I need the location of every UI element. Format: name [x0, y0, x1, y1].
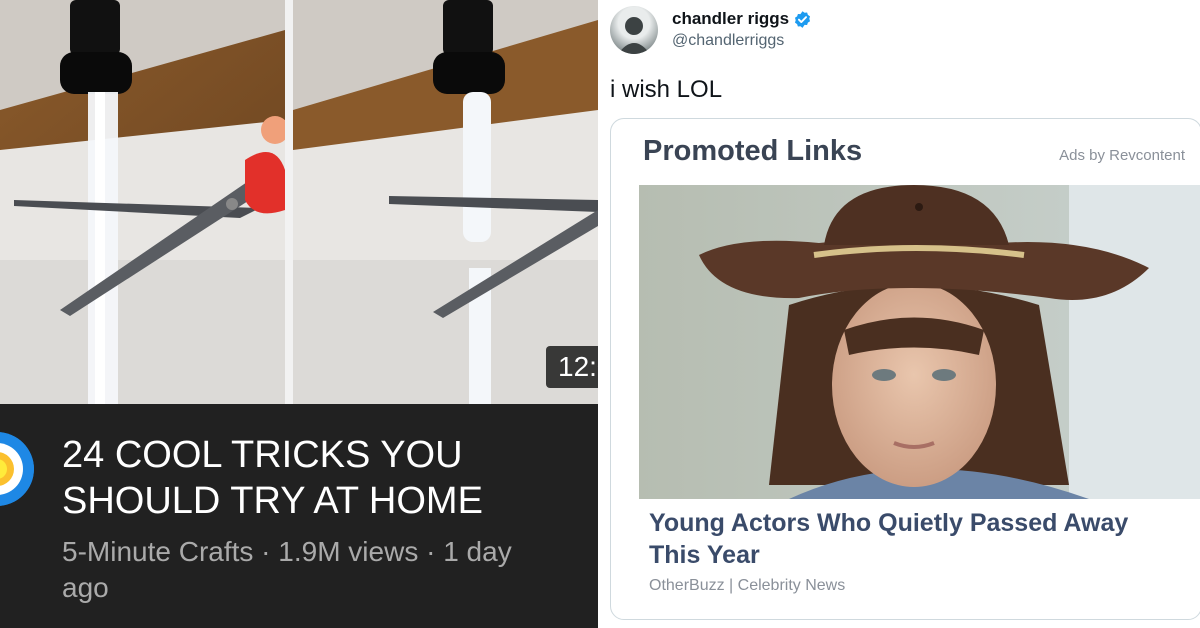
- duration-badge: 12:0: [546, 346, 598, 388]
- video-meta-line-1: 5-Minute Crafts · 1.9M views · 1 day: [62, 536, 512, 567]
- tweet: chandler riggs @chandlerriggs i wish LOL…: [598, 0, 1200, 628]
- channel-avatar[interactable]: [0, 432, 34, 506]
- scissors-water-image: [0, 0, 285, 404]
- actor-portrait-image: [639, 185, 1200, 499]
- video-title-line-1: 24 COOL TRICKS YOU: [62, 434, 463, 476]
- tweet-text: i wish LOL: [610, 76, 723, 103]
- video-card[interactable]: 12:0 24 COOL TRICKS YOU SHOULD TRY AT HO…: [0, 0, 598, 628]
- author-display-name[interactable]: chandler riggs: [672, 9, 789, 29]
- frame-divider: [285, 0, 293, 404]
- verified-badge-icon: [795, 10, 811, 28]
- scissors-cut-water-image: [293, 0, 598, 404]
- profile-avatar[interactable]: [610, 6, 658, 54]
- promo-heading: Promoted Links: [643, 135, 863, 167]
- promoted-links-card[interactable]: Promoted Links Ads by Revcontent Young A…: [610, 118, 1200, 620]
- video-metadata: 5-Minute Crafts · 1.9M views · 1 day ago: [62, 534, 582, 606]
- promo-headline[interactable]: Young Actors Who Quietly Passed Away Thi…: [649, 507, 1179, 571]
- sun-icon: [0, 432, 34, 506]
- promo-source: OtherBuzz | Celebrity News: [649, 577, 846, 594]
- video-meta-line-2: ago: [62, 572, 109, 603]
- author-handle[interactable]: @chandlerriggs: [672, 32, 784, 50]
- video-title-line-2: SHOULD TRY AT HOME: [62, 480, 483, 522]
- promo-headline-line-2: This Year: [649, 541, 760, 569]
- thumbnail-frame-before: [0, 0, 285, 404]
- promo-image[interactable]: [639, 185, 1200, 499]
- thumbnail-frame-after: [293, 0, 598, 404]
- video-thumbnail[interactable]: 12:0: [0, 0, 598, 404]
- person-silhouette-icon: [618, 17, 650, 54]
- promo-headline-line-1: Young Actors Who Quietly Passed Away: [649, 509, 1129, 537]
- author-name-row: chandler riggs: [672, 9, 812, 29]
- ads-attribution[interactable]: Ads by Revcontent: [1059, 147, 1185, 164]
- video-title[interactable]: 24 COOL TRICKS YOU SHOULD TRY AT HOME: [62, 432, 582, 524]
